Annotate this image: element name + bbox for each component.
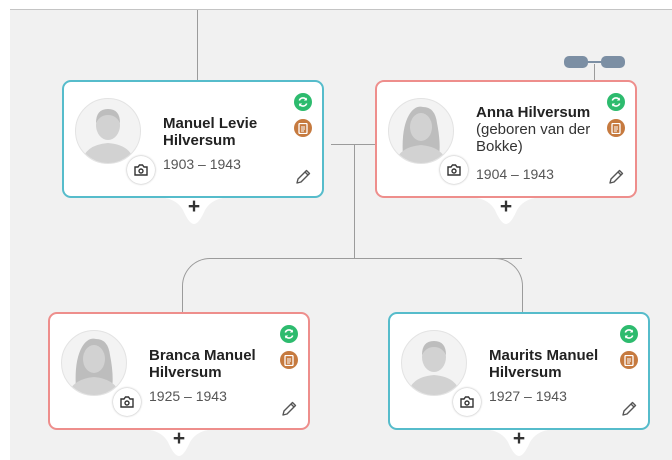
add-photo-button[interactable]: [440, 156, 468, 184]
avatar: [388, 98, 454, 164]
sync-icon[interactable]: [607, 93, 625, 111]
add-photo-button[interactable]: [113, 388, 141, 416]
life-dates: 1927 – 1943: [489, 388, 567, 404]
edit-pencil-icon[interactable]: [280, 400, 298, 418]
sync-icon[interactable]: [280, 325, 298, 343]
expand-button[interactable]: +: [173, 428, 185, 460]
birth-name: (geboren van der Bokke): [476, 121, 591, 155]
expand-tab[interactable]: +: [165, 196, 223, 228]
camera-icon: [460, 396, 474, 408]
parent-connector-top: [197, 10, 198, 80]
avatar: [75, 98, 141, 164]
add-photo-button[interactable]: [453, 388, 481, 416]
camera-icon: [447, 164, 461, 176]
female-silhouette-icon: [68, 338, 120, 395]
male-silhouette-icon: [82, 109, 134, 163]
family-tree-canvas[interactable]: Manuel Levie Hilversum 1903 – 1943 + Ann…: [10, 9, 672, 460]
male-silhouette-icon: [408, 341, 460, 395]
person-name[interactable]: Anna Hilversum (geboren van der Bokke): [476, 104, 621, 155]
female-silhouette-icon: [395, 106, 447, 163]
avatar: [61, 330, 127, 396]
document-icon[interactable]: [620, 351, 638, 369]
partner-link-icon[interactable]: [563, 55, 627, 71]
person-name[interactable]: Manuel Levie Hilversum: [163, 115, 308, 149]
expand-button[interactable]: +: [188, 196, 200, 228]
person-card-manuel-levie[interactable]: Manuel Levie Hilversum 1903 – 1943: [62, 80, 324, 198]
child-branch-right: [494, 258, 523, 313]
expand-button[interactable]: +: [500, 196, 512, 228]
camera-icon: [134, 164, 148, 176]
sync-icon[interactable]: [620, 325, 638, 343]
add-photo-button[interactable]: [127, 156, 155, 184]
children-trunk: [354, 144, 355, 258]
expand-tab[interactable]: +: [490, 428, 548, 460]
edit-pencil-icon[interactable]: [294, 168, 312, 186]
person-name-text: Anna Hilversum: [476, 104, 591, 121]
document-icon[interactable]: [607, 119, 625, 137]
child-branch-left: [182, 258, 211, 313]
person-name[interactable]: Maurits Manuel Hilversum: [489, 347, 634, 381]
camera-icon: [120, 396, 134, 408]
expand-button[interactable]: +: [513, 428, 525, 460]
document-icon[interactable]: [294, 119, 312, 137]
children-bar: [210, 258, 522, 259]
person-name[interactable]: Branca Manuel Hilversum: [149, 347, 294, 381]
edit-pencil-icon[interactable]: [620, 400, 638, 418]
document-icon[interactable]: [280, 351, 298, 369]
sync-icon[interactable]: [294, 93, 312, 111]
expand-tab[interactable]: +: [477, 196, 535, 228]
person-card-maurits[interactable]: Maurits Manuel Hilversum 1927 – 1943: [388, 312, 650, 430]
avatar: [401, 330, 467, 396]
life-dates: 1903 – 1943: [163, 156, 241, 172]
person-card-anna[interactable]: Anna Hilversum (geboren van der Bokke) 1…: [375, 80, 637, 198]
life-dates: 1925 – 1943: [149, 388, 227, 404]
edit-pencil-icon[interactable]: [607, 168, 625, 186]
person-card-branca[interactable]: Branca Manuel Hilversum 1925 – 1943: [48, 312, 310, 430]
expand-tab[interactable]: +: [150, 428, 208, 460]
life-dates: 1904 – 1943: [476, 166, 554, 182]
